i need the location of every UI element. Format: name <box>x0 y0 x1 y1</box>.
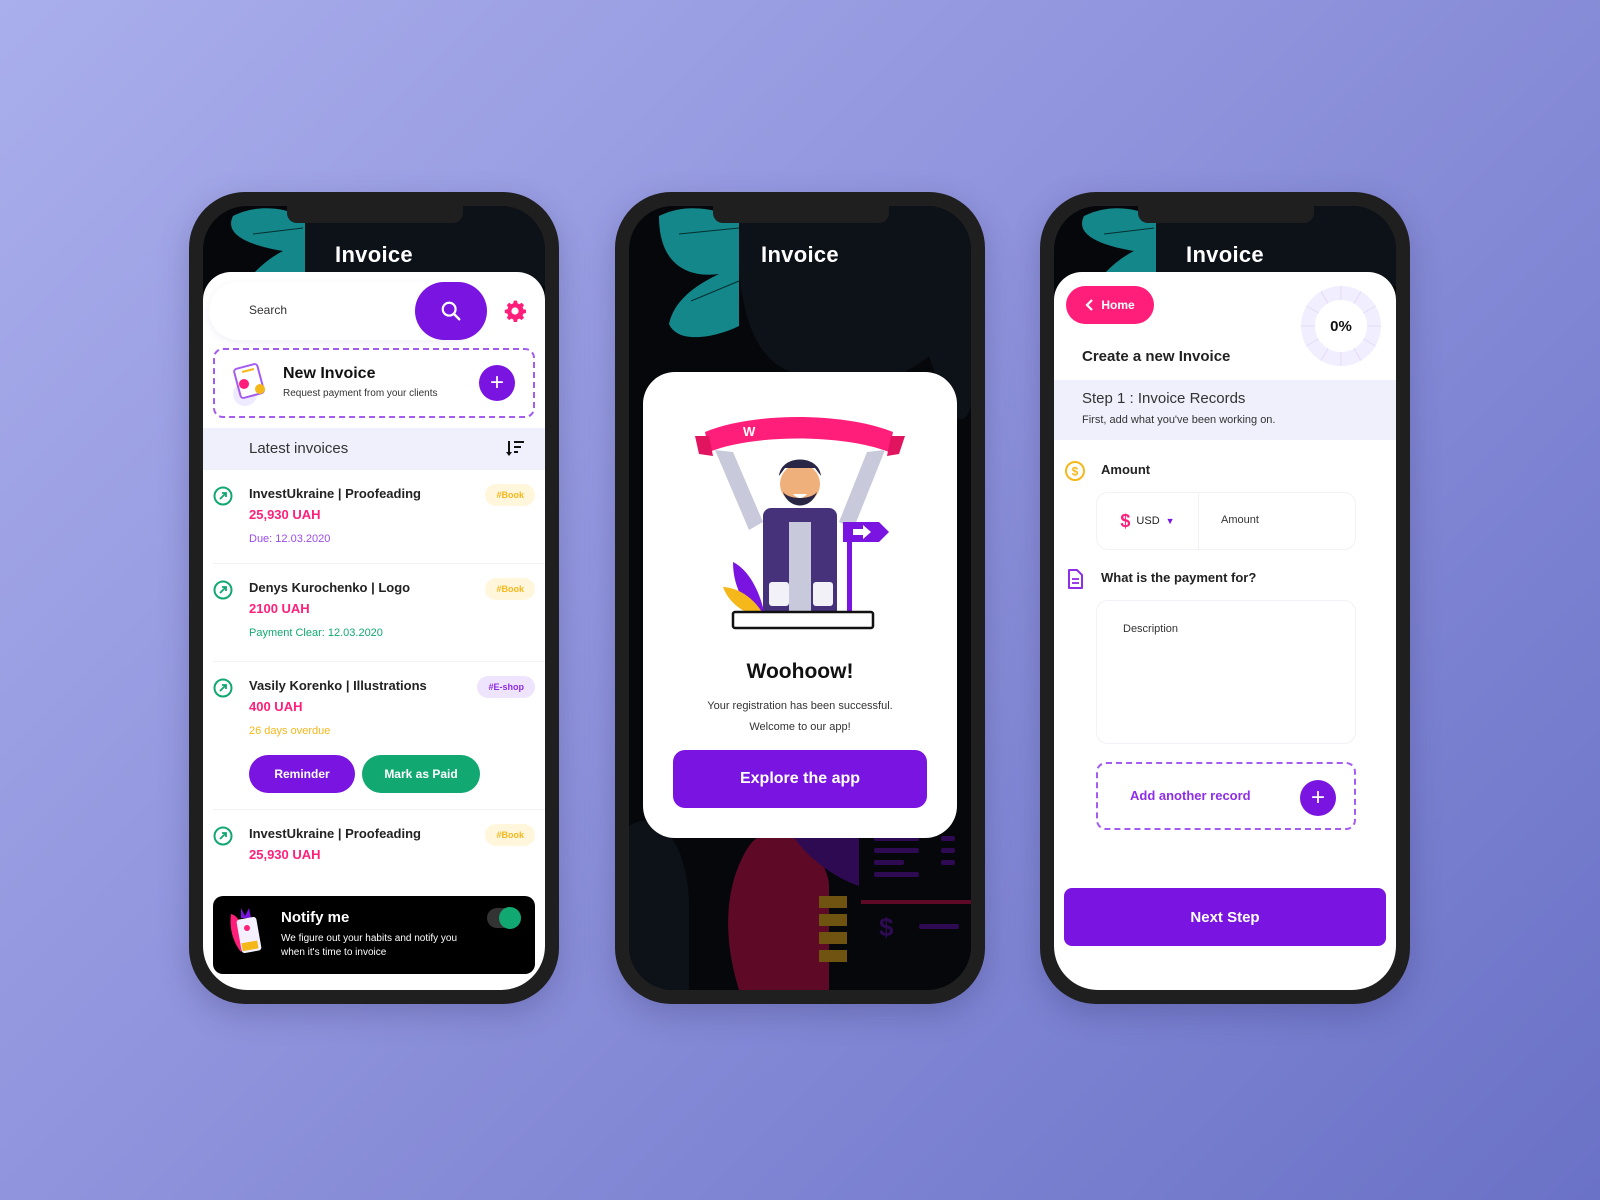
notify-me-banner: Notify me We figure out your habits and … <box>213 896 535 974</box>
invoice-list-card: Search New Invoice Request payment from … <box>203 272 545 990</box>
dollar-coin-icon: $ <box>1065 461 1085 481</box>
add-another-record[interactable]: Add another record + <box>1096 762 1356 830</box>
invoice-payment-status: Payment Clear: 12.03.2020 <box>249 627 383 639</box>
invoice-overdue-status: 26 days overdue <box>249 725 331 737</box>
screen: Invoice Search New Invoice Request payme… <box>203 206 545 990</box>
new-invoice-subtitle: Request payment from your clients <box>283 388 438 399</box>
success-message: Your registration has been successful. W… <box>643 696 957 738</box>
svg-text:$: $ <box>1072 465 1079 479</box>
add-record-label: Add another record <box>1130 788 1251 803</box>
latest-invoices-header: Latest invoices <box>203 428 545 470</box>
add-invoice-button[interactable]: + <box>479 365 515 401</box>
arrow-up-right-circle-icon <box>213 580 233 600</box>
latest-invoices-label: Latest invoices <box>249 440 349 457</box>
step-subtitle: First, add what you've been working on. <box>1082 414 1276 426</box>
phone-create-invoice: Invoice Home 0% Create a new Invoice Ste… <box>1040 192 1410 1004</box>
invoice-row[interactable]: InvestUkraine | Proofeading 25,930 UAH D… <box>213 470 545 564</box>
invoice-row[interactable]: Denys Kurochenko | Logo 2100 UAH Payment… <box>213 564 545 662</box>
celebrating-man-illustration: W <box>695 417 905 630</box>
app-title: Invoice <box>761 242 839 267</box>
success-title: Woohoow! <box>746 660 854 683</box>
new-invoice-title: New Invoice <box>283 365 376 382</box>
app-title: Invoice <box>335 242 413 267</box>
next-step-button[interactable]: Next Step <box>1064 888 1386 946</box>
payment-for-label: What is the payment for? <box>1101 570 1257 585</box>
invoice-tag: #Book <box>485 578 535 600</box>
plus-icon: + <box>1310 784 1325 811</box>
phone-invoice-list: Invoice Search New Invoice Request payme… <box>189 192 559 1004</box>
currency-select[interactable]: $ USD ▼ <box>1097 493 1199 549</box>
chevron-left-icon <box>1085 299 1094 311</box>
success-message-line1: Your registration has been successful. <box>707 700 893 712</box>
invoice-due-date: Due: 12.03.2020 <box>249 533 331 545</box>
screen: $ Invoice W Woohoow! Your registration h… <box>629 206 971 990</box>
document-icon <box>1068 569 1083 589</box>
gear-icon[interactable] <box>503 299 527 323</box>
notify-title: Notify me <box>281 909 350 926</box>
success-message-line2: Welcome to our app! <box>749 721 851 733</box>
new-invoice-card[interactable]: New Invoice Request payment from your cl… <box>213 348 535 418</box>
invoice-row[interactable]: Vasily Korenko | Illustrations 400 UAH 2… <box>213 662 545 810</box>
notch <box>287 206 463 223</box>
search-icon <box>441 301 461 321</box>
description-input[interactable]: Description <box>1096 600 1356 744</box>
caret-down-icon: ▼ <box>1165 516 1175 526</box>
notify-toggle[interactable] <box>487 907 521 929</box>
notify-subtitle: We figure out your habits and notify you… <box>281 933 458 958</box>
notch <box>713 206 889 223</box>
phone-registration-success: $ Invoice W Woohoow! Your registration h… <box>615 192 985 1004</box>
invoice-tag: #Book <box>485 484 535 506</box>
notch <box>1138 206 1314 223</box>
invoice-tag: #Book <box>485 824 535 846</box>
home-back-button[interactable]: Home <box>1066 286 1154 324</box>
svg-text:$: $ <box>879 912 894 942</box>
invoice-name: Denys Kurochenko | Logo <box>249 580 411 595</box>
step-header: Step 1 : Invoice Records First, add what… <box>1054 380 1396 440</box>
search-row: Search <box>203 272 545 348</box>
banner-letter: W <box>743 424 756 439</box>
arrow-up-right-circle-icon <box>213 678 233 698</box>
step-title: Step 1 : Invoice Records <box>1082 390 1246 407</box>
plus-icon: + <box>489 369 504 396</box>
invoice-list: InvestUkraine | Proofeading 25,930 UAH D… <box>203 470 545 880</box>
currency-code: USD <box>1136 515 1160 527</box>
invoice-amount: 2100 UAH <box>249 601 310 616</box>
invoice-document-icon <box>233 363 265 406</box>
amount-label: Amount <box>1101 462 1151 477</box>
reminder-button[interactable]: Reminder <box>249 755 355 793</box>
arrow-up-right-circle-icon <box>213 826 233 846</box>
amount-field-group: $ USD ▼ Amount <box>1096 492 1356 550</box>
add-record-button[interactable]: + <box>1300 780 1336 816</box>
amount-input[interactable]: Amount <box>1221 514 1259 526</box>
home-button-label: Home <box>1101 298 1135 312</box>
screen: Invoice Home 0% Create a new Invoice Ste… <box>1054 206 1396 990</box>
create-invoice-card: Home 0% Create a new Invoice Step 1 : In… <box>1054 272 1396 990</box>
mark-as-paid-button[interactable]: Mark as Paid <box>362 755 480 793</box>
invoice-name: InvestUkraine | Proofeading <box>249 826 421 841</box>
invoice-tag: #E-shop <box>477 676 535 698</box>
explore-app-button[interactable]: Explore the app <box>673 750 927 808</box>
search-placeholder: Search <box>249 303 288 317</box>
success-modal: W Woohoow! Your registration has been su… <box>643 372 957 838</box>
toggle-knob <box>499 907 521 929</box>
invoice-name: InvestUkraine | Proofeading <box>249 486 421 501</box>
invoice-amount: 400 UAH <box>249 699 303 714</box>
app-title: Invoice <box>1186 242 1264 267</box>
currency-symbol: $ <box>1120 510 1131 531</box>
search-button[interactable] <box>415 282 487 340</box>
progress-percent: 0% <box>1330 317 1352 335</box>
invoice-name: Vasily Korenko | Illustrations <box>249 678 427 693</box>
invoice-row[interactable]: InvestUkraine | Proofeading 25,930 UAH #… <box>213 810 545 880</box>
description-placeholder: Description <box>1123 623 1179 635</box>
invoice-amount: 25,930 UAH <box>249 507 321 522</box>
page-title: Create a new Invoice <box>1082 348 1231 365</box>
sort-icon[interactable] <box>505 439 525 459</box>
arrow-up-right-circle-icon <box>213 486 233 506</box>
invoice-amount: 25,930 UAH <box>249 847 321 862</box>
phone-notification-icon <box>230 908 262 954</box>
